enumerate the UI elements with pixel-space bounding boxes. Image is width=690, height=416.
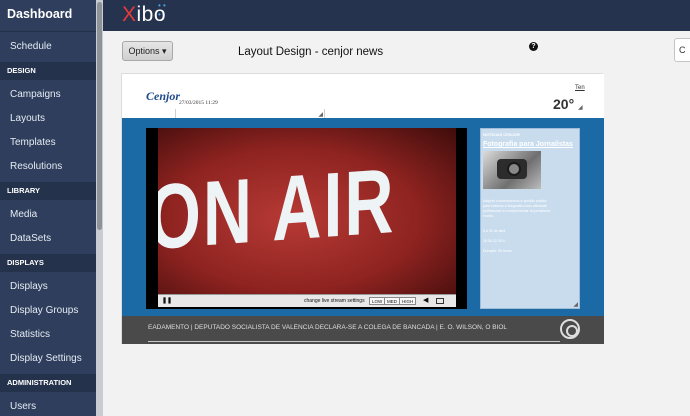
sidebar: Dashboard Schedule DESIGN Campaigns Layo… [0, 0, 103, 416]
sidebar-item-templates[interactable]: Templates [0, 132, 96, 154]
sidebar-item-campaigns[interactable]: Campaigns [0, 84, 96, 106]
page-title: Layout Design - cenjor news [238, 46, 384, 58]
news-body-line: 18.30-22.30 h. [483, 239, 506, 243]
camera-lens-icon [507, 162, 521, 176]
on-air-sign: ON AIR [158, 149, 396, 270]
sidebar-item-media[interactable]: Media [0, 204, 96, 226]
options-dropdown-button[interactable]: Options ▾ [122, 41, 173, 61]
logo-dots: • • • [158, 1, 166, 19]
video-controls-bar: ❚❚ change live stream settings LOW MED H… [158, 294, 456, 307]
sidebar-item-datasets[interactable]: DataSets [0, 228, 96, 250]
news-source: NOTÍCIAS CENJOR [483, 132, 520, 137]
sidebar-scrollbar[interactable] [96, 0, 103, 416]
pause-icon[interactable]: ❚❚ [162, 297, 172, 305]
weather-temperature: 20° [553, 96, 575, 112]
layout-preview: Cenjor 27/03/2015 11:29 ◢ Ten 20° ◢ ON A… [121, 73, 604, 344]
xibo-logo[interactable]: Xibo • • • [122, 1, 166, 27]
sidebar-section-library: LIBRARY [0, 182, 96, 200]
layout-main-region: ON AIR ❚❚ change live stream settings LO… [122, 118, 604, 316]
quality-low-button[interactable]: LOW [369, 297, 386, 305]
sidebar-section-design: DESIGN [0, 62, 96, 80]
sidebar-item-layouts[interactable]: Layouts [0, 108, 96, 130]
sidebar-item-display-groups[interactable]: Display Groups [0, 300, 96, 322]
sidebar-section-displays: DISPLAYS [0, 254, 96, 272]
video-region[interactable]: ON AIR ❚❚ change live stream settings LO… [146, 128, 467, 309]
on-air-video-frame: ON AIR [158, 128, 456, 294]
news-body-line: escrito. [483, 214, 495, 218]
news-body-line: Duração: 50 horas [483, 249, 512, 253]
ticker-region[interactable]: EADAMENTO | DEPUTADO SOCIALISTA DE VALÊN… [122, 316, 604, 344]
right-toolbar-button[interactable]: C [674, 38, 690, 62]
sidebar-brand-dashboard[interactable]: Dashboard [0, 0, 103, 32]
resize-handle-icon[interactable]: ◢ [318, 111, 323, 118]
news-title: Fotografia para Jornalistas [483, 141, 573, 148]
sidebar-section-administration: ADMINISTRATION [0, 374, 96, 392]
news-body-line: 6 a 30 de abril, [483, 229, 507, 233]
news-region[interactable]: NOTÍCIAS CENJOR Fotografia para Jornalis… [480, 128, 580, 309]
quality-high-button[interactable]: HIGH [399, 297, 417, 305]
camera-image [483, 151, 541, 189]
fullscreen-icon[interactable] [436, 298, 444, 304]
clock-datetime: 27/03/2015 11:29 [179, 100, 218, 106]
layout-header-region[interactable]: Cenjor 27/03/2015 11:29 ◢ Ten 20° ◢ [122, 74, 604, 119]
sidebar-item-resolutions[interactable]: Resolutions [0, 156, 96, 178]
sidebar-item-schedule[interactable]: Schedule [0, 36, 96, 58]
stream-settings-label: change live stream settings [304, 298, 365, 304]
volume-icon[interactable]: ◀ [423, 296, 428, 304]
cenjor-logo: Cenjor [146, 89, 181, 103]
sidebar-item-users[interactable]: Users [0, 396, 96, 416]
sidebar-item-display-settings[interactable]: Display Settings [0, 348, 96, 370]
sidebar-item-displays[interactable]: Displays [0, 276, 96, 298]
help-icon[interactable]: ? [529, 42, 538, 51]
resize-handle-icon[interactable]: ◢ [573, 301, 578, 308]
top-navbar: Xibo • • • [103, 0, 690, 31]
ticker-logo-icon [560, 319, 580, 339]
weather-location: Ten [575, 85, 585, 91]
resize-handle-icon[interactable]: ◢ [578, 104, 583, 111]
sidebar-scrollbar-thumb[interactable] [97, 2, 102, 230]
logo-x: X [122, 3, 137, 26]
sidebar-item-statistics[interactable]: Statistics [0, 324, 96, 346]
quality-med-button[interactable]: MED [384, 297, 400, 305]
ticker-region-outline[interactable] [148, 338, 560, 342]
ticker-text: EADAMENTO | DEPUTADO SOCIALISTA DE VALÊN… [148, 324, 508, 331]
